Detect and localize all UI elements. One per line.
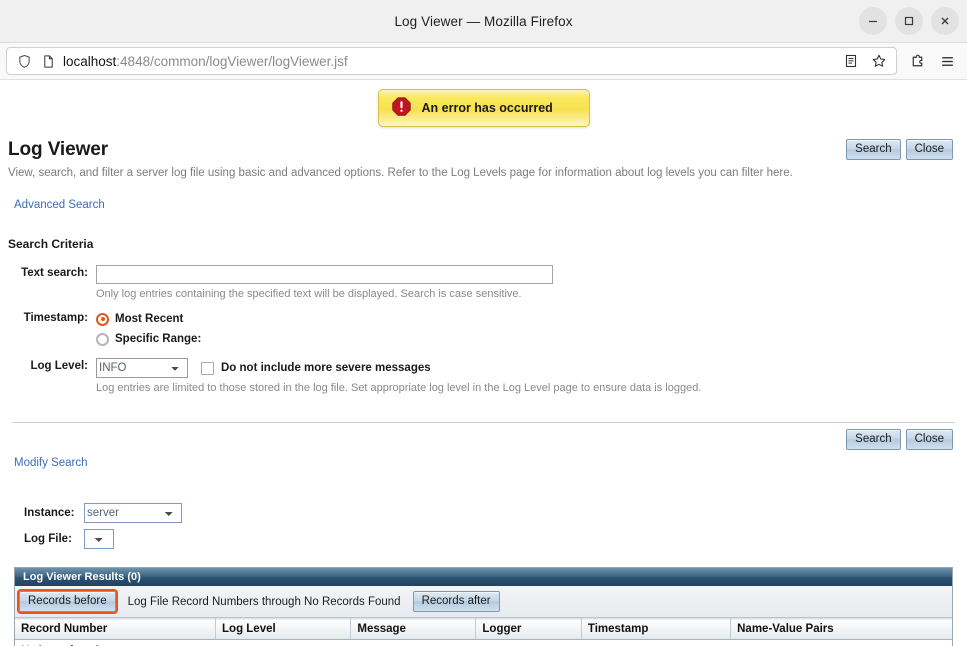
column-header: Logger — [475, 618, 582, 641]
log-file-row: Log File: — [24, 529, 959, 549]
radio-specific-range-label: Specific Range: — [115, 333, 202, 345]
radio-specific-range[interactable] — [96, 332, 109, 346]
radio-most-recent-label: Most Recent — [115, 313, 184, 325]
window-title: Log Viewer — Mozilla Firefox — [394, 13, 573, 29]
results-table-body: No items found. — [15, 639, 952, 646]
records-range-text: Log File Record Numbers through No Recor… — [127, 595, 401, 608]
radio-most-recent[interactable] — [96, 312, 109, 326]
log-file-label: Log File: — [24, 533, 72, 545]
advanced-search-link[interactable]: Advanced Search — [14, 199, 105, 211]
url-path: :4848/common/logViewer/logViewer.jsf — [116, 53, 348, 69]
timestamp-option-most-recent[interactable]: Most Recent — [96, 310, 959, 328]
modify-search-link[interactable]: Modify Search — [14, 457, 88, 469]
log-level-label: Log Level: — [30, 360, 88, 372]
results-panel: Log Viewer Results (0) Records before Lo… — [14, 567, 953, 646]
log-file-select[interactable] — [84, 529, 114, 549]
page-header: Log Viewer View, search, and filter a se… — [8, 139, 959, 179]
shield-icon[interactable] — [15, 52, 33, 70]
url-host: localhost — [63, 53, 117, 69]
mid-button-bar: Search Close — [8, 423, 959, 453]
instance-form: Instance: server Log File: — [24, 503, 959, 549]
empty-message: No items found. — [15, 639, 952, 646]
alert-region: An error has occurred — [0, 80, 967, 127]
close-button[interactable] — [931, 7, 959, 35]
title-bar: Log Viewer — Mozilla Firefox — [0, 0, 967, 43]
toolbar-actions — [903, 47, 961, 75]
text-search-row: Text search: Only log entries containing… — [8, 265, 959, 300]
page-title: Log Viewer — [8, 139, 109, 160]
address-bar[interactable]: localhost:4848/common/logViewer/logViewe… — [6, 47, 897, 75]
search-button-top[interactable]: Search — [846, 139, 901, 161]
results-header: Log Viewer Results (0) — [15, 568, 952, 586]
timestamp-row: Timestamp: Most Recent Specific Range: — [8, 310, 959, 348]
column-header: Record Number — [15, 618, 217, 641]
text-search-input[interactable] — [96, 265, 553, 284]
results-table: Record Number Log Level Message Logger Times… — [15, 618, 952, 646]
page-subtitle: View, search, and filter a server log fi… — [8, 167, 793, 179]
modify-search-row: Modify Search — [14, 455, 959, 469]
records-after-button[interactable]: Records after — [412, 591, 500, 613]
instance-select[interactable]: server — [84, 503, 182, 523]
instance-row: Instance: server — [24, 503, 959, 523]
top-button-group: Search Close — [846, 139, 953, 161]
log-level-row: Log Level: FINESTFINERFINECONFIGINFOWARN… — [8, 358, 959, 394]
results-toolbar: Records before Log File Record Numbers t… — [15, 586, 952, 619]
column-header: Name-Value Pairs — [730, 618, 952, 641]
close-button-top[interactable]: Close — [905, 139, 953, 161]
bookmark-star-icon[interactable] — [866, 49, 892, 73]
address-bar-actions — [838, 49, 892, 73]
error-octagon-icon — [391, 96, 412, 120]
main-content: Log Viewer View, search, and filter a se… — [0, 139, 967, 646]
severe-messages-label: Do not include more severe messages — [221, 362, 431, 374]
search-button-mid[interactable]: Search — [846, 429, 901, 451]
error-alert-text: An error has occurred — [421, 101, 553, 115]
instance-label: Instance: — [24, 507, 75, 519]
url-text[interactable]: localhost:4848/common/logViewer/logViewe… — [63, 54, 832, 69]
advanced-search-row: Advanced Search — [14, 197, 959, 211]
log-level-select[interactable]: FINESTFINERFINECONFIGINFOWARNINGSEVERE — [96, 358, 188, 378]
search-criteria-heading: Search Criteria — [8, 237, 94, 251]
reader-view-icon[interactable] — [838, 49, 864, 73]
window-controls — [859, 7, 959, 35]
records-before-button[interactable]: Records before — [17, 588, 118, 615]
text-search-help: Only log entries containing the specifie… — [96, 288, 522, 300]
log-level-help: Log entries are limited to those stored … — [96, 382, 702, 394]
extensions-puzzle-icon[interactable] — [903, 47, 931, 75]
page-icon[interactable] — [39, 52, 57, 70]
timestamp-label: Timestamp: — [23, 312, 88, 324]
column-header: Timestamp — [581, 618, 732, 641]
results-table-header-row: Record Number Log Level Message Logger Times… — [15, 618, 952, 641]
close-button-mid[interactable]: Close — [905, 429, 953, 451]
firefox-window: Log Viewer — Mozilla Firefox localhost:4… — [0, 0, 967, 646]
minimize-button[interactable] — [859, 7, 887, 35]
text-search-label: Text search: — [21, 267, 88, 279]
timestamp-option-specific-range[interactable]: Specific Range: — [96, 330, 959, 348]
search-criteria-form: Text search: Only log entries containing… — [8, 265, 959, 394]
page-content: An error has occurred Log Viewer View, s… — [0, 80, 967, 646]
error-alert: An error has occurred — [377, 89, 590, 127]
log-level-controls: FINESTFINERFINECONFIGINFOWARNINGSEVERE D… — [96, 358, 959, 378]
severe-messages-checkbox[interactable] — [201, 361, 214, 375]
column-header: Log Level — [215, 618, 352, 641]
navigation-toolbar: localhost:4848/common/logViewer/logViewe… — [0, 43, 967, 80]
mid-button-group: Search Close — [846, 429, 953, 451]
maximize-button[interactable] — [895, 7, 923, 35]
hamburger-menu-icon[interactable] — [933, 47, 961, 75]
column-header: Message — [350, 618, 477, 641]
empty-row: No items found. — [15, 639, 952, 646]
